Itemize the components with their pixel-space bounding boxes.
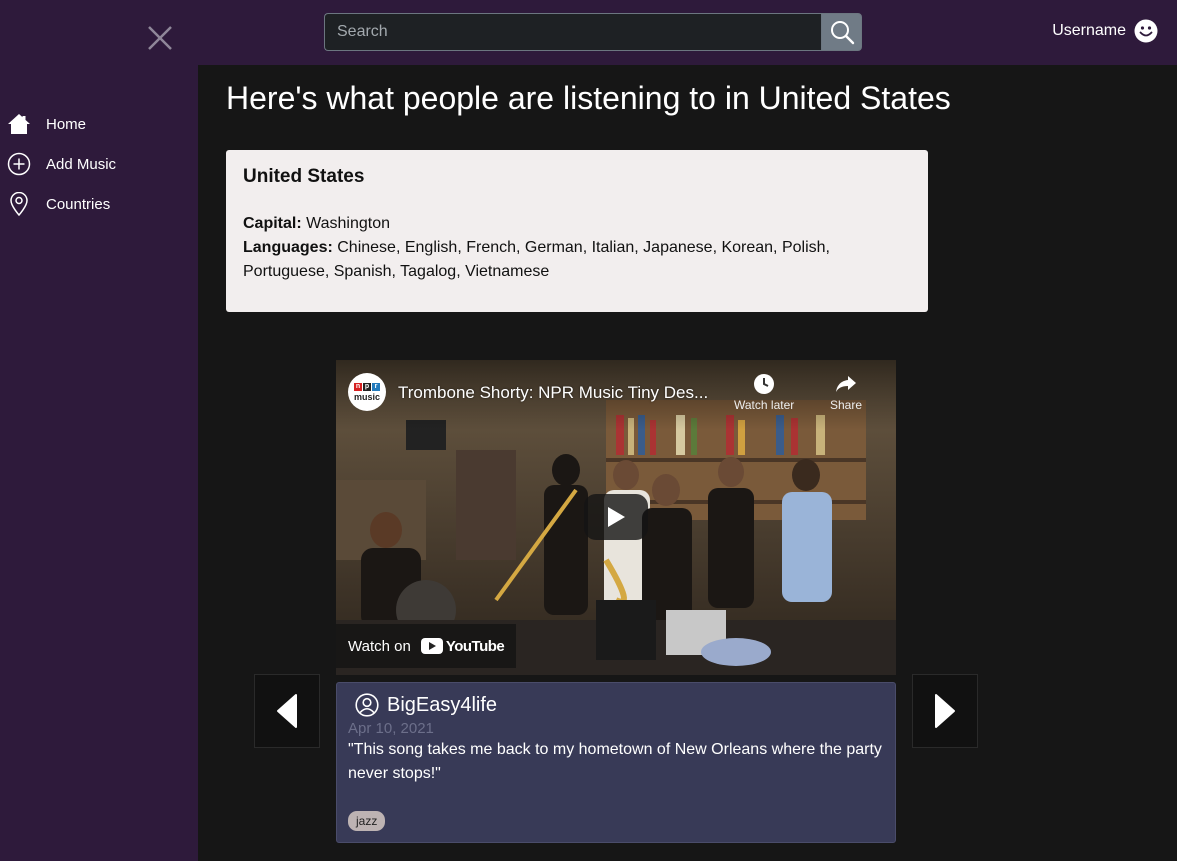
youtube-play-icon	[420, 638, 443, 654]
post-date: Apr 10, 2021	[348, 720, 434, 737]
youtube-wordmark: YouTube	[445, 637, 505, 655]
country-name: United States	[243, 166, 365, 187]
sidebar-item-home[interactable]: Home	[6, 111, 86, 137]
capital-row: Capital: Washington	[243, 212, 911, 236]
search-input[interactable]	[324, 13, 821, 51]
post-username: BigEasy4life	[387, 693, 498, 716]
chevron-left-icon	[277, 694, 297, 728]
search-button[interactable]	[821, 13, 862, 51]
sidebar-item-label: Home	[46, 115, 87, 133]
chevron-right-icon	[935, 694, 955, 728]
video-title[interactable]: Trombone Shorty: NPR Music Tiny Des...	[398, 383, 708, 403]
share-button[interactable]: Share	[830, 372, 862, 412]
npr-mark: npr	[354, 382, 380, 391]
channel-logo-text: music	[353, 391, 380, 402]
clock-icon	[754, 374, 775, 394]
post-author[interactable]: BigEasy4life	[355, 693, 884, 717]
genre-tag[interactable]: jazz	[348, 811, 386, 831]
map-pin-icon	[6, 191, 32, 217]
sidebar-item-countries[interactable]: Countries	[6, 191, 110, 217]
plus-circle-icon	[6, 151, 32, 177]
top-bar: Username	[0, 0, 1177, 65]
sidebar: Home Add Music Countries	[0, 65, 198, 861]
sidebar-item-label: Countries	[46, 195, 111, 213]
play-icon	[608, 507, 625, 527]
page-title: Here's what people are listening to in U…	[226, 80, 951, 116]
next-button[interactable]	[912, 674, 978, 748]
sidebar-item-add-music[interactable]: Add Music	[6, 151, 116, 177]
watch-on-youtube-button[interactable]: Watch on YouTube	[336, 624, 517, 668]
capital-label: Capital:	[243, 215, 302, 232]
languages-label: Languages:	[243, 239, 333, 256]
youtube-logo: YouTube	[420, 637, 505, 655]
play-button[interactable]	[584, 494, 648, 540]
home-icon	[6, 111, 32, 137]
video-player[interactable]: npr music Trombone Shorty: NPR Music Tin…	[336, 360, 896, 675]
username-label: Username	[1052, 22, 1126, 39]
sidebar-item-label: Add Music	[46, 155, 117, 173]
watch-on-label: Watch on	[348, 637, 411, 655]
country-info-card: United States Capital: Washington Langua…	[226, 150, 928, 312]
post-card: BigEasy4life Apr 10, 2021 "This song tak…	[336, 682, 896, 843]
search-icon	[830, 21, 854, 45]
watch-later-label: Watch later	[734, 398, 795, 412]
close-icon	[148, 26, 172, 50]
capital-value: Washington	[306, 215, 391, 232]
languages-row: Languages: Chinese, English, French, Ger…	[243, 236, 911, 284]
previous-button[interactable]	[254, 674, 320, 748]
smiley-icon	[1134, 19, 1158, 43]
post-quote: "This song takes me back to my hometown …	[348, 741, 882, 782]
channel-logo[interactable]: npr music	[348, 373, 386, 411]
user-circle-icon	[355, 693, 379, 717]
search-bar	[324, 13, 862, 51]
close-sidebar-button[interactable]	[146, 24, 174, 52]
share-label: Share	[830, 398, 863, 412]
share-icon	[836, 376, 857, 392]
watch-later-button[interactable]: Watch later	[734, 372, 794, 412]
user-menu[interactable]: Username	[1052, 19, 1158, 43]
